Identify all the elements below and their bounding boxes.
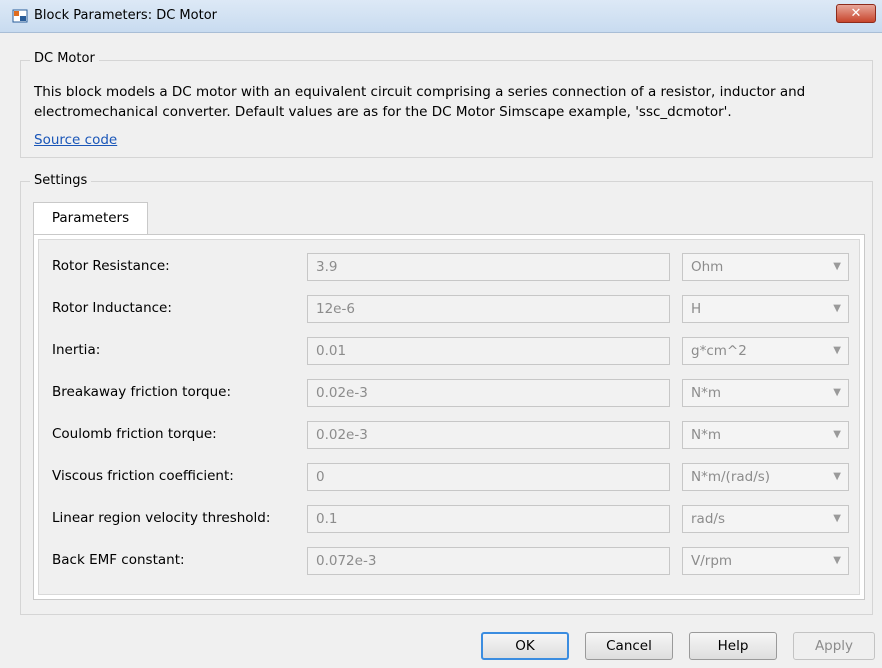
parameter-row: Viscous friction coefficient: 0 N*m/(rad/s…	[39, 463, 861, 491]
chevron-down-icon: ▼	[833, 555, 841, 566]
parameter-label: Inertia:	[52, 342, 101, 358]
parameter-row: Breakaway friction torque: 0.02e-3 N*m ▼	[39, 379, 861, 407]
parameter-value-field[interactable]: 0.01	[307, 337, 670, 365]
tab-parameters[interactable]: Parameters	[33, 202, 148, 235]
chevron-down-icon: ▼	[833, 429, 841, 440]
parameter-value-field[interactable]: 0	[307, 463, 670, 491]
parameter-row: Inertia: 0.01 g*cm^2 ▼	[39, 337, 861, 365]
parameter-label: Coulomb friction torque:	[52, 426, 217, 442]
parameter-row: Back EMF constant: 0.072e-3 V/rpm ▼	[39, 547, 861, 575]
close-button[interactable]: ✕	[836, 4, 876, 23]
parameter-row: Coulomb friction torque: 0.02e-3 N*m ▼	[39, 421, 861, 449]
help-button[interactable]: Help	[689, 632, 777, 660]
parameters-panel: Rotor Resistance: 3.9 Ohm ▼ Rotor Inductance…	[33, 234, 865, 600]
chevron-down-icon: ▼	[833, 303, 841, 314]
parameter-unit-dropdown[interactable]: rad/s ▼	[682, 505, 849, 533]
parameter-label: Rotor Resistance:	[52, 258, 170, 274]
chevron-down-icon: ▼	[833, 471, 841, 482]
simulink-block-icon	[12, 9, 28, 23]
parameter-row: Linear region velocity threshold: 0.1 rad/…	[39, 505, 861, 533]
parameter-label: Linear region velocity threshold:	[52, 510, 271, 526]
parameter-unit-dropdown[interactable]: N*m ▼	[682, 379, 849, 407]
source-code-link[interactable]: Source code	[34, 132, 117, 148]
ok-button[interactable]: OK	[481, 632, 569, 660]
parameter-unit-label: H	[691, 301, 702, 317]
chevron-down-icon: ▼	[833, 345, 841, 356]
parameter-label: Breakaway friction torque:	[52, 384, 232, 400]
apply-button[interactable]: Apply	[793, 632, 875, 660]
parameter-label: Rotor Inductance:	[52, 300, 172, 316]
parameter-value-field[interactable]: 12e-6	[307, 295, 670, 323]
parameter-unit-dropdown[interactable]: N*m/(rad/s) ▼	[682, 463, 849, 491]
window-title: Block Parameters: DC Motor	[34, 8, 217, 23]
block-description: This block models a DC motor with an equ…	[34, 84, 806, 120]
parameter-unit-label: N*m/(rad/s)	[691, 469, 771, 485]
parameter-unit-label: N*m	[691, 427, 721, 443]
parameter-value-field[interactable]: 0.072e-3	[307, 547, 670, 575]
parameter-value-field[interactable]: 0.1	[307, 505, 670, 533]
parameter-unit-dropdown[interactable]: V/rpm ▼	[682, 547, 849, 575]
chevron-down-icon: ▼	[833, 261, 841, 272]
parameter-unit-dropdown[interactable]: Ohm ▼	[682, 253, 849, 281]
parameter-unit-dropdown[interactable]: H ▼	[682, 295, 849, 323]
title-bar: Block Parameters: DC Motor ✕	[0, 0, 882, 33]
parameter-unit-dropdown[interactable]: N*m ▼	[682, 421, 849, 449]
parameter-unit-label: V/rpm	[691, 553, 733, 569]
block-group-title: DC Motor	[30, 51, 99, 66]
parameter-unit-dropdown[interactable]: g*cm^2 ▼	[682, 337, 849, 365]
cancel-button[interactable]: Cancel	[585, 632, 673, 660]
parameter-row: Rotor Inductance: 12e-6 H ▼	[39, 295, 861, 323]
chevron-down-icon: ▼	[833, 513, 841, 524]
parameter-value-field[interactable]: 0.02e-3	[307, 421, 670, 449]
parameter-label: Viscous friction coefficient:	[52, 468, 234, 484]
parameter-unit-label: g*cm^2	[691, 343, 747, 359]
parameter-value-field[interactable]: 3.9	[307, 253, 670, 281]
chevron-down-icon: ▼	[833, 387, 841, 398]
parameter-row: Rotor Resistance: 3.9 Ohm ▼	[39, 253, 861, 281]
parameter-unit-label: N*m	[691, 385, 721, 401]
parameters-list: Rotor Resistance: 3.9 Ohm ▼ Rotor Inductance…	[38, 239, 860, 595]
parameter-unit-label: rad/s	[691, 511, 725, 527]
parameter-label: Back EMF constant:	[52, 552, 185, 568]
settings-group-title: Settings	[30, 173, 92, 188]
parameter-unit-label: Ohm	[691, 259, 724, 275]
parameter-value-field[interactable]: 0.02e-3	[307, 379, 670, 407]
